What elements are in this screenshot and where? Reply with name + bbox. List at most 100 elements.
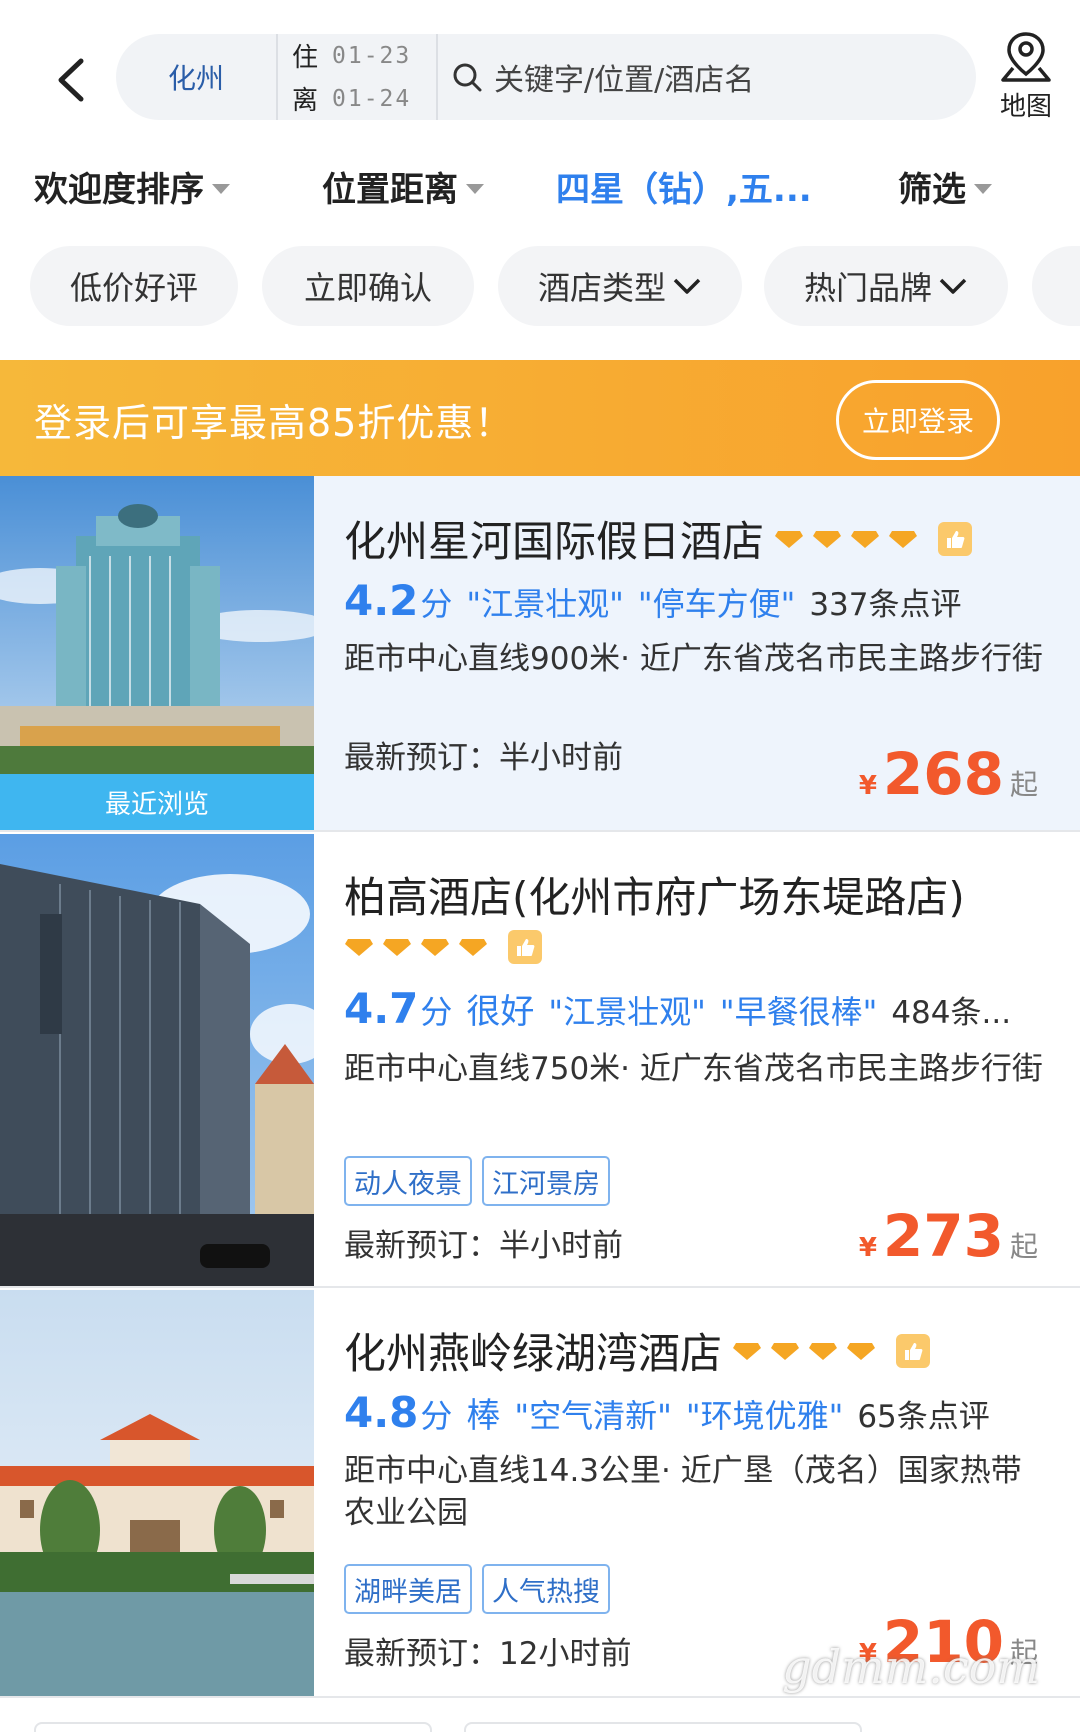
checkin-row: 住 01-23 [292,37,436,74]
price: ¥ 273 起 [859,1202,1038,1270]
chip-label: 立即确认 [303,269,432,307]
chip-more[interactable] [1032,246,1080,326]
distance-text: 距市中心直线750米· 近广东省茂名市民主路步行街 [344,1051,1043,1087]
thumbs-up-icon [938,521,973,556]
feature-badge: 人气热搜 [482,1564,610,1614]
chip-popular-brands[interactable]: 热门品牌 [764,246,1008,326]
diamond-rating [774,529,918,549]
search-placeholder: 关键字/位置/酒店名 [494,63,755,98]
feature-badge: 江河景房 [482,1156,610,1206]
checkout-date: 01-24 [332,85,412,112]
diamond-rating [344,937,488,957]
hotel-card[interactable]: 最近浏览 化州星河国际假日酒店 4.2 分 "江景壮观" "停车方便" 337条… [0,476,1080,832]
login-button[interactable]: 立即登录 [836,380,1000,460]
chevron-left-icon [58,58,84,102]
hotel-name: 化州燕岭绿湖湾酒店 [344,1329,723,1378]
hotel-card[interactable]: 化州燕岭绿湖湾酒店 4.8 分 棒 "空气清新" "环境优雅" 65条点评 距市… [0,1290,1080,1698]
feature-badge: 动人夜景 [344,1156,472,1206]
review-tag: "环境优雅" [685,1397,844,1435]
feature-badge: 湖畔美居 [344,1564,472,1614]
hotel-name-line: 化州燕岭绿湖湾酒店 [344,1320,931,1381]
hotel-card[interactable]: 柏高酒店(化州市府广场东堤路店) 4.7 分 很好 "江景壮观" "早餐很棒" [0,834,1080,1288]
latest-booking: 最新预订：半小时前 [344,1228,623,1264]
search-input[interactable]: 关键字/位置/酒店名 [438,55,976,99]
review-tag: "江景壮观" [548,993,706,1031]
rating-word: 棒 [466,1396,501,1436]
checkout-row: 离 01-24 [292,80,436,117]
diamond-icon [809,1342,838,1360]
hotel-photo[interactable] [0,834,314,1286]
checkin-date: 01-23 [332,42,412,69]
review-count: 65条点评 [857,1399,990,1435]
rating-unit: 分 [420,585,453,623]
checkout-label: 离 [292,86,319,116]
caret-down-icon [212,183,230,194]
next-cards-peek [0,1712,1080,1732]
caret-down-icon [466,183,484,194]
hotel-photo[interactable]: 最近浏览 [0,476,314,830]
diamond-icon [775,530,804,548]
price: ¥ 268 起 [859,740,1038,808]
rating-line: 4.7 分 很好 "江景壮观" "早餐很棒" 484条... [344,984,1011,1033]
feature-badges: 湖畔美居 人气热搜 [344,1564,610,1614]
review-tag: "空气清新" [514,1397,672,1435]
recently-viewed-tag: 最近浏览 [0,774,314,830]
header: 化州 住 01-23 离 01-24 关键字/位置/酒店名 地图 [0,0,1080,140]
rating-line: 4.2 分 "江景壮观" "停车方便" 337条点评 [344,576,962,625]
sort-distance[interactable]: 位置距离 [322,162,484,211]
latest-booking: 最新预订：半小时前 [344,740,623,776]
diamond-icon [851,530,880,548]
distance-text: 距市中心直线900米· 近广东省茂名市民主路步行街 [344,641,1043,677]
map-label: 地图 [999,92,1052,122]
distance-text: 距市中心直线14.3公里· 近广垦（茂名）国家热带农业公园 [344,1453,1022,1531]
hotel-name-line: 化州星河国际假日酒店 [344,508,973,569]
rating-unit: 分 [420,993,453,1031]
chip-label: 热门品牌 [803,269,932,307]
currency-symbol: ¥ [858,771,877,801]
filter-button[interactable]: 筛选 [898,162,992,211]
hotel-photo-image [0,1290,314,1696]
price-suffix: 起 [1009,1230,1038,1263]
hotel-name: 柏高酒店(化州市府广场东堤路店) [344,873,965,922]
date-selector[interactable]: 住 01-23 离 01-24 [278,37,436,117]
hotel-photo-image [0,834,314,1286]
hotel-photo[interactable] [0,1290,314,1696]
map-button[interactable]: 地图 [984,30,1068,124]
price-amount: 268 [882,740,1004,808]
filter-star-rating-label: 四星（钻）,五... [556,170,812,210]
rating-line: 4.8 分 棒 "空气清新" "环境优雅" 65条点评 [344,1388,990,1437]
hotel-list-page: 化州 住 01-23 离 01-24 关键字/位置/酒店名 地图 欢迎度排序 位… [0,0,1080,1732]
chevron-down-icon [939,278,967,294]
diamond-icon [889,530,918,548]
city-selector[interactable]: 化州 [116,57,276,97]
chip-low-price-good-review[interactable]: 低价好评 [30,246,238,326]
search-bar[interactable]: 化州 住 01-23 离 01-24 关键字/位置/酒店名 [116,34,976,120]
diamond-icon [459,939,487,956]
diamond-icon [383,939,411,956]
filter-star-rating[interactable]: 四星（钻）,五... [556,162,812,211]
review-tag: "停车方便" [637,585,796,623]
chip-instant-confirm[interactable]: 立即确认 [262,246,474,326]
review-tag: "早餐很棒" [719,993,878,1031]
chevron-down-icon [673,278,701,294]
watermark: gdmm.com [782,1640,1040,1694]
diamond-rating [732,1341,876,1361]
sort-distance-label: 位置距离 [322,170,458,210]
diamond-icon [421,939,449,956]
checkin-label: 住 [292,43,319,73]
chip-hotel-type[interactable]: 酒店类型 [498,246,742,326]
login-promo-banner: 登录后可享最高85折优惠！ 立即登录 [0,360,1080,476]
price-amount: 273 [882,1202,1004,1270]
sort-popularity[interactable]: 欢迎度排序 [34,162,230,211]
diamond-icon [771,1342,800,1360]
hotel-name: 化州星河国际假日酒店 [344,517,765,566]
diamond-icon [847,1342,876,1360]
feature-badges: 动人夜景 江河景房 [344,1156,610,1206]
currency-symbol: ¥ [858,1233,877,1263]
chip-label: 酒店类型 [537,269,666,307]
review-tag: "江景壮观" [466,585,624,623]
back-button[interactable] [40,40,100,120]
diamond-icon [813,530,842,548]
review-count: 484条... [891,995,1012,1031]
hotel-name-line: 柏高酒店(化州市府广场东堤路店) [344,864,965,925]
